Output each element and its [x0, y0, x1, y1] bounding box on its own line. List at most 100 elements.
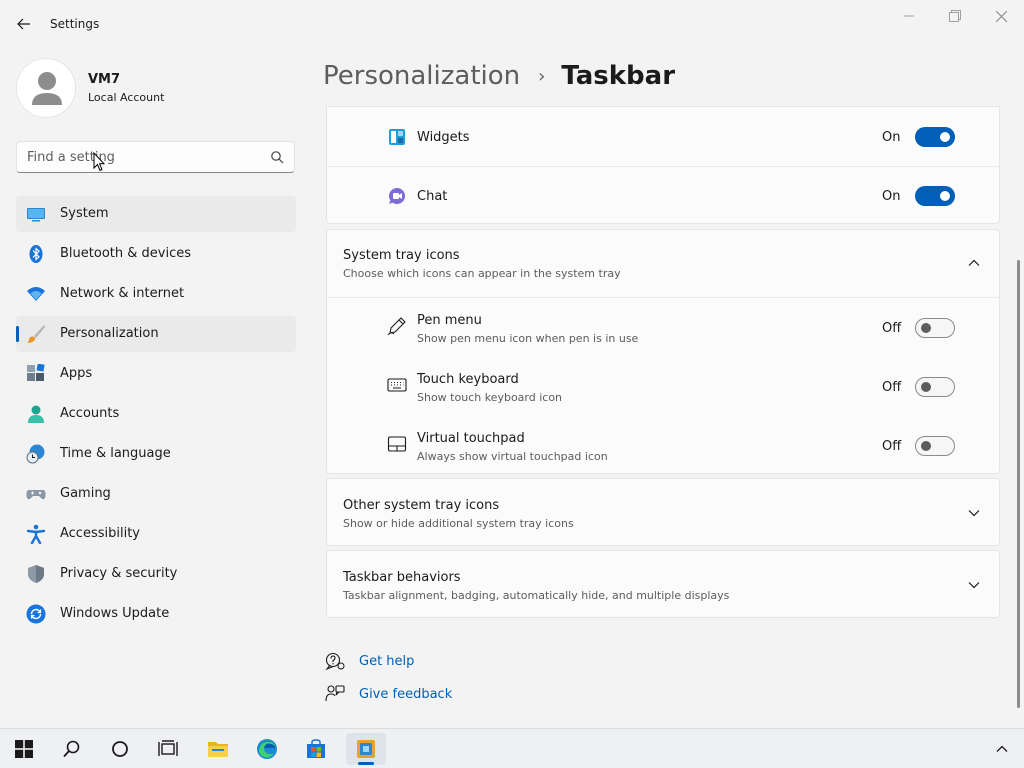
sidebar-item-label: Windows Update [60, 606, 170, 621]
sidebar-item-time-language[interactable]: Time & language [16, 436, 296, 472]
pen-menu-state: Off [882, 321, 902, 336]
taskbar-behaviors-card[interactable]: Taskbar behaviors Taskbar alignment, bad… [326, 550, 1000, 618]
chat-title: Chat [417, 189, 448, 204]
chevron-up-icon [996, 745, 1008, 752]
breadcrumb: Personalization › Taskbar [323, 58, 675, 94]
sidebar-item-label: Gaming [60, 486, 111, 501]
chevron-down-icon[interactable] [967, 506, 981, 520]
virtual-touchpad-subtitle: Always show virtual touchpad icon [417, 450, 608, 463]
touch-keyboard-state: Off [882, 380, 902, 395]
start-button[interactable] [4, 733, 44, 765]
sidebar-item-label: Accounts [60, 406, 120, 421]
sidebar-item-accounts[interactable]: Accounts [16, 396, 296, 432]
settings-app-icon [357, 740, 375, 758]
search-icon[interactable] [270, 150, 284, 164]
virtual-touchpad-toggle[interactable] [915, 436, 955, 456]
brush-icon [27, 325, 45, 343]
sidebar-item-privacy-security[interactable]: Privacy & security [16, 556, 296, 592]
other-system-tray-icons-card[interactable]: Other system tray icons Show or hide add… [326, 478, 1000, 546]
mouse-cursor-icon [93, 152, 105, 172]
search-box[interactable] [16, 141, 295, 173]
maximize-icon [949, 10, 961, 22]
behaviors-subtitle: Taskbar alignment, badging, automaticall… [343, 589, 730, 602]
show-hidden-icons-button[interactable] [986, 733, 1018, 765]
give-feedback-link[interactable]: Give feedback [325, 683, 452, 705]
edge-icon [257, 739, 277, 759]
settings-app-button[interactable] [346, 733, 386, 765]
search-input[interactable] [17, 142, 257, 172]
virtual-touchpad-state: Off [882, 439, 902, 454]
pen-menu-toggle[interactable] [915, 318, 955, 338]
sidebar-item-gaming[interactable]: Gaming [16, 476, 296, 512]
accounts-icon [28, 405, 44, 423]
account-type: Local Account [88, 91, 165, 104]
sidebar-item-system[interactable]: System [16, 196, 296, 232]
edge-button[interactable] [247, 733, 287, 765]
sidebar-item-personalization[interactable]: Personalization [16, 316, 296, 352]
task-view-button[interactable] [148, 733, 188, 765]
sidebar-item-network[interactable]: Network & internet [16, 276, 296, 312]
active-indicator [358, 762, 374, 765]
maximize-button[interactable] [932, 4, 978, 28]
chat-row: Chat On [327, 166, 999, 225]
system-tray-header[interactable]: System tray icons Choose which icons can… [327, 230, 999, 297]
system-icon [27, 208, 45, 222]
sidebar-item-windows-update[interactable]: Windows Update [16, 596, 296, 632]
cortana-button[interactable] [100, 733, 140, 765]
breadcrumb-parent[interactable]: Personalization [323, 61, 520, 91]
get-help-text: Get help [359, 653, 415, 669]
keyboard-icon [387, 378, 407, 392]
file-explorer-button[interactable] [198, 733, 238, 765]
user-profile[interactable]: VM7 Local Account [16, 58, 286, 118]
sidebar-item-apps[interactable]: Apps [16, 356, 296, 392]
taskbar-search-button[interactable] [52, 733, 92, 765]
pen-menu-title: Pen menu [417, 313, 482, 328]
chat-toggle[interactable] [915, 186, 955, 206]
other-tray-subtitle: Show or hide additional system tray icon… [343, 517, 574, 530]
sidebar-item-bluetooth[interactable]: Bluetooth & devices [16, 236, 296, 272]
store-icon [307, 739, 325, 758]
title-bar: Settings [0, 0, 1024, 48]
touchpad-icon [387, 436, 407, 452]
toggle-knob [940, 191, 950, 201]
system-tray-title: System tray icons [343, 248, 460, 263]
get-help-link[interactable]: Get help [325, 650, 414, 672]
touch-keyboard-toggle[interactable] [915, 377, 955, 397]
close-icon [995, 10, 1007, 22]
give-feedback-text: Give feedback [359, 686, 453, 702]
sidebar-item-label: Network & internet [60, 286, 185, 301]
virtual-touchpad-row: Virtual touchpad Always show virtual tou… [327, 416, 999, 475]
update-icon [26, 604, 46, 624]
close-button[interactable] [978, 4, 1024, 28]
content-scrollbar[interactable] [1017, 260, 1020, 708]
chevron-down-icon[interactable] [967, 578, 981, 592]
clock-globe-icon [26, 444, 45, 464]
taskbar-items-card: Widgets On Chat On [326, 106, 1000, 224]
search-icon [63, 740, 80, 758]
shield-icon [28, 565, 44, 583]
widgets-toggle[interactable] [915, 127, 955, 147]
gamepad-icon [26, 490, 46, 500]
page-title: Taskbar [561, 61, 676, 91]
behaviors-title: Taskbar behaviors [343, 570, 461, 585]
widgets-title: Widgets [417, 130, 470, 145]
feedback-icon [325, 685, 345, 702]
sidebar-item-accessibility[interactable]: Accessibility [16, 516, 296, 552]
sidebar-item-label: Bluetooth & devices [60, 246, 191, 261]
toggle-knob [921, 382, 931, 392]
chevron-up-icon[interactable] [967, 256, 981, 270]
sidebar-item-label: Privacy & security [60, 566, 178, 581]
touch-keyboard-title: Touch keyboard [417, 372, 519, 387]
store-button[interactable] [296, 733, 336, 765]
system-tray-icons-card: System tray icons Choose which icons can… [326, 229, 1000, 474]
back-button[interactable] [12, 12, 36, 36]
start-icon [15, 740, 33, 758]
system-tray-subtitle: Choose which icons can appear in the sys… [343, 267, 621, 280]
widgets-icon [389, 129, 405, 145]
task-view-icon [158, 740, 178, 756]
breadcrumb-separator: › [538, 65, 546, 87]
toggle-knob [940, 132, 950, 142]
minimize-button[interactable] [886, 4, 932, 28]
user-silhouette-icon [32, 72, 62, 105]
toggle-knob [921, 323, 931, 333]
